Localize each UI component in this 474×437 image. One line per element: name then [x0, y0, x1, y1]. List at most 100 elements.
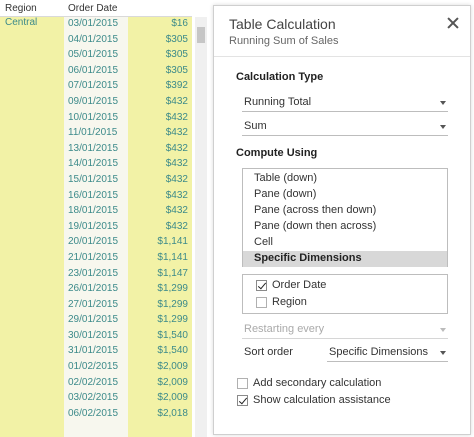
secondary-calculation-label[interactable]: Add secondary calculation: [253, 377, 381, 389]
table-row: 01/02/2015 $2,009: [64, 360, 192, 376]
chevron-down-icon: [440, 328, 446, 332]
table-row: 06/02/2015 $2,018: [64, 407, 192, 423]
sales-cell[interactable]: $2,009: [157, 361, 188, 372]
aggregation-dropdown[interactable]: Sum: [242, 118, 448, 136]
title-divider: [214, 56, 470, 57]
sales-cell[interactable]: $432: [166, 96, 188, 107]
sales-cell[interactable]: $1,141: [157, 252, 188, 263]
order-date-header[interactable]: Order Date: [68, 3, 117, 14]
table-row: 26/01/2015 $1,299: [64, 282, 192, 298]
table-row: 15/01/2015 $432: [64, 173, 192, 189]
order-date-cell[interactable]: 13/01/2015: [68, 143, 118, 154]
sales-cell[interactable]: $432: [166, 143, 188, 154]
dialog-subtitle: Running Sum of Sales: [229, 35, 339, 47]
sales-cell[interactable]: $432: [166, 112, 188, 123]
table-row: 13/01/2015 $432: [64, 142, 192, 158]
table-row: 21/01/2015 $1,141: [64, 251, 192, 267]
compute-option-pane-down[interactable]: Pane (down): [243, 187, 447, 203]
compute-option-pane-across-then-down[interactable]: Pane (across then down): [243, 203, 447, 219]
table-row: 27/01/2015 $1,299: [64, 298, 192, 314]
table-row: 09/01/2015 $432: [64, 95, 192, 111]
table-calculation-dialog: Table Calculation Running Sum of Sales C…: [213, 5, 471, 435]
sales-cell[interactable]: $305: [166, 34, 188, 45]
chevron-down-icon: [440, 101, 446, 105]
order-date-cell[interactable]: 23/01/2015: [68, 268, 118, 279]
sales-cell[interactable]: $2,009: [157, 392, 188, 403]
compute-option-cell[interactable]: Cell: [243, 235, 447, 251]
table-row: 18/01/2015 $432: [64, 204, 192, 220]
compute-option-specific-dimensions[interactable]: Specific Dimensions: [243, 251, 447, 267]
order-date-cell[interactable]: 02/02/2015: [68, 377, 118, 388]
table-row: 03/02/2015 $2,009: [64, 391, 192, 407]
sort-order-dropdown[interactable]: Specific Dimensions: [327, 344, 448, 362]
sales-cell[interactable]: $392: [166, 80, 188, 91]
show-assistance-label[interactable]: Show calculation assistance: [253, 394, 391, 406]
order-date-cell[interactable]: 30/01/2015: [68, 330, 118, 341]
show-assistance-checkbox[interactable]: [237, 395, 248, 406]
sales-cell[interactable]: $305: [166, 65, 188, 76]
order-date-cell[interactable]: 07/01/2015: [68, 80, 118, 91]
compute-using-label: Compute Using: [236, 147, 318, 159]
order-date-cell[interactable]: 20/01/2015: [68, 236, 118, 247]
order-date-cell[interactable]: 10/01/2015: [68, 112, 118, 123]
sales-cell[interactable]: $1,147: [157, 268, 188, 279]
table-row: 30/01/2015 $1,540: [64, 329, 192, 345]
order-date-cell[interactable]: 03/01/2015: [68, 18, 118, 29]
order-date-cell[interactable]: 15/01/2015: [68, 174, 118, 185]
sales-cell[interactable]: $2,018: [157, 408, 188, 419]
order-date-cell[interactable]: 06/01/2015: [68, 65, 118, 76]
table-row: 05/01/2015 $305: [64, 48, 192, 64]
sales-cell[interactable]: $432: [166, 127, 188, 138]
order-date-cell[interactable]: 19/01/2015: [68, 221, 118, 232]
sort-order-label: Sort order: [244, 346, 293, 358]
sales-cell[interactable]: $1,299: [157, 283, 188, 294]
sales-cell[interactable]: $305: [166, 49, 188, 60]
order-date-cell[interactable]: 29/01/2015: [68, 314, 118, 325]
table-row: 31/01/2015 $1,540: [64, 344, 192, 360]
order-date-cell[interactable]: 03/02/2015: [68, 392, 118, 403]
sales-cell[interactable]: $432: [166, 174, 188, 185]
sales-cell[interactable]: $432: [166, 190, 188, 201]
region-header[interactable]: Region: [5, 3, 37, 14]
region-cell[interactable]: Central: [5, 17, 37, 28]
order-date-cell[interactable]: 09/01/2015: [68, 96, 118, 107]
restarting-every-dropdown[interactable]: Restarting every: [242, 321, 448, 339]
sales-cell[interactable]: $1,540: [157, 330, 188, 341]
table-row: 06/01/2015 $305: [64, 64, 192, 80]
order-date-cell[interactable]: 14/01/2015: [68, 158, 118, 169]
sales-cell[interactable]: $16: [171, 18, 188, 29]
scrollbar-thumb[interactable]: [197, 27, 205, 43]
order-date-cell[interactable]: 16/01/2015: [68, 190, 118, 201]
calculation-type-dropdown[interactable]: Running Total: [242, 94, 448, 112]
sales-cell[interactable]: $432: [166, 158, 188, 169]
order-date-cell[interactable]: 31/01/2015: [68, 345, 118, 356]
region-checkbox[interactable]: [256, 297, 267, 308]
aggregation-value: Sum: [244, 120, 267, 132]
sales-cell[interactable]: $432: [166, 221, 188, 232]
order-date-cell[interactable]: 06/02/2015: [68, 408, 118, 419]
order-date-cell[interactable]: 01/02/2015: [68, 361, 118, 372]
order-date-cell[interactable]: 11/01/2015: [68, 127, 117, 138]
secondary-calculation-checkbox[interactable]: [237, 378, 248, 389]
order-date-cell[interactable]: 05/01/2015: [68, 49, 118, 60]
compute-option-pane-down-then-across[interactable]: Pane (down then across): [243, 219, 447, 235]
order-date-cell[interactable]: 21/01/2015: [68, 252, 118, 263]
order-date-cell[interactable]: 04/01/2015: [68, 34, 118, 45]
compute-option-table-down[interactable]: Table (down): [243, 171, 447, 187]
order-date-dimension-label[interactable]: Order Date: [272, 279, 326, 291]
order-date-cell[interactable]: 18/01/2015: [68, 205, 118, 216]
sales-cell[interactable]: $2,009: [157, 377, 188, 388]
order-date-cell[interactable]: 27/01/2015: [68, 299, 118, 310]
order-date-checkbox[interactable]: [256, 280, 267, 291]
vertical-scrollbar[interactable]: [195, 17, 207, 437]
table-row: 16/01/2015 $432: [64, 189, 192, 205]
sales-cell[interactable]: $1,299: [157, 299, 188, 310]
sales-cell[interactable]: $1,540: [157, 345, 188, 356]
sales-cell[interactable]: $1,299: [157, 314, 188, 325]
close-icon[interactable]: [446, 16, 460, 30]
table-rows: 03/01/2015 $16 04/01/2015 $305 05/01/2015 $30…: [64, 17, 192, 422]
sales-cell[interactable]: $1,141: [157, 236, 188, 247]
sales-cell[interactable]: $432: [166, 205, 188, 216]
order-date-cell[interactable]: 26/01/2015: [68, 283, 118, 294]
region-dimension-label[interactable]: Region: [272, 296, 307, 308]
